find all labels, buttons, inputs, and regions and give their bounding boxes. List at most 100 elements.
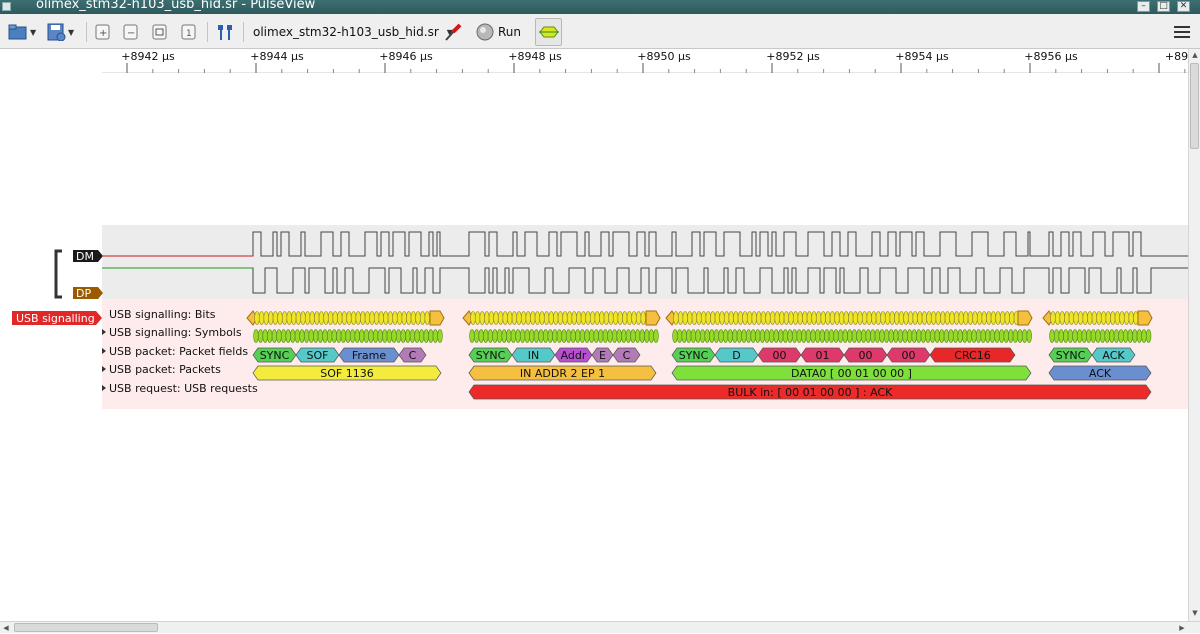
bit-mark bbox=[617, 311, 623, 325]
symbol-mark bbox=[824, 329, 830, 343]
bit-mark bbox=[958, 311, 964, 325]
save-button[interactable]: ▼ bbox=[46, 20, 74, 44]
minimize-button[interactable]: – bbox=[1137, 1, 1150, 12]
zoom-one-to-one-button[interactable]: 1 bbox=[180, 20, 198, 44]
symbol-mark bbox=[704, 329, 710, 343]
bit-mark bbox=[576, 311, 582, 325]
bit-mark bbox=[921, 311, 928, 325]
bit-mark bbox=[516, 311, 522, 325]
scroll-up-icon[interactable]: ▲ bbox=[1189, 49, 1200, 61]
bit-mark bbox=[314, 311, 320, 325]
symbol-mark bbox=[1053, 329, 1060, 343]
symbol-mark bbox=[487, 329, 494, 343]
device-probe-button[interactable] bbox=[443, 20, 463, 44]
symbol-mark bbox=[588, 329, 595, 343]
symbol-mark bbox=[1095, 329, 1101, 343]
symbol-mark bbox=[1136, 329, 1143, 343]
symbol-mark bbox=[271, 329, 278, 343]
symbol-mark bbox=[971, 329, 977, 343]
horizontal-scrollbar[interactable]: ◀ ▶ bbox=[0, 621, 1200, 633]
bit-mark bbox=[903, 311, 909, 325]
bit-mark bbox=[369, 311, 375, 325]
bit-mark bbox=[930, 311, 937, 325]
bit-mark bbox=[589, 311, 596, 325]
vertical-scrollbar[interactable]: ▲ ▼ bbox=[1188, 49, 1200, 621]
bit-mark bbox=[705, 311, 711, 325]
symbol-mark bbox=[368, 329, 374, 343]
scroll-down-icon[interactable]: ▼ bbox=[1189, 607, 1200, 619]
bit-mark bbox=[894, 311, 900, 325]
run-button[interactable]: Run bbox=[475, 20, 521, 44]
symbol-mark bbox=[897, 329, 904, 343]
symbol-mark bbox=[676, 329, 683, 343]
scroll-left-icon[interactable]: ◀ bbox=[0, 622, 12, 634]
bit-mark bbox=[502, 311, 508, 325]
bit-mark bbox=[415, 311, 421, 325]
maximize-button[interactable]: □ bbox=[1157, 1, 1170, 12]
bit-mark bbox=[825, 311, 831, 325]
bit-mark bbox=[898, 311, 905, 325]
symbol-mark bbox=[547, 329, 553, 343]
symbol-mark bbox=[423, 329, 429, 343]
symbol-mark bbox=[331, 329, 337, 343]
window-menu-icon[interactable] bbox=[2, 2, 11, 11]
symbol-mark bbox=[1058, 329, 1064, 343]
bit-mark bbox=[479, 311, 485, 325]
cursor-icon bbox=[218, 25, 232, 40]
bit-mark bbox=[848, 311, 854, 325]
vertical-scroll-thumb[interactable] bbox=[1190, 63, 1199, 149]
open-button[interactable]: ▼ bbox=[8, 20, 36, 44]
scroll-right-icon[interactable]: ▶ bbox=[1176, 622, 1188, 634]
device-selector[interactable]: olimex_stm32-h103_usb_hid.sr ▼ bbox=[253, 20, 453, 44]
bit-mark bbox=[875, 311, 882, 325]
close-button[interactable]: ✕ bbox=[1177, 1, 1190, 12]
signal-group-bracket[interactable] bbox=[54, 249, 62, 299]
symbol-mark bbox=[1049, 329, 1055, 343]
symbol-mark bbox=[998, 329, 1005, 343]
main-menu-button[interactable] bbox=[1172, 20, 1192, 44]
bit-mark bbox=[562, 311, 568, 325]
bit-mark bbox=[511, 311, 518, 325]
bit-mark bbox=[530, 311, 536, 325]
symbol-mark bbox=[506, 329, 512, 343]
symbol-mark bbox=[510, 329, 517, 343]
bit-mark bbox=[258, 311, 265, 325]
symbol-mark bbox=[1099, 329, 1106, 343]
symbol-mark bbox=[750, 329, 756, 343]
symbol-mark bbox=[782, 329, 789, 343]
signal-canvas[interactable]: +8942 µs +8944 µs +8946 µs +8948 µs +8950 µs… bbox=[0, 49, 1188, 621]
horizontal-scroll-thumb[interactable] bbox=[14, 623, 158, 632]
bit-mark bbox=[843, 311, 849, 325]
bit-mark bbox=[332, 311, 338, 325]
symbol-mark bbox=[745, 329, 752, 343]
symbol-mark bbox=[1072, 329, 1078, 343]
decoder-icon bbox=[538, 26, 559, 38]
device-probe-icon bbox=[445, 23, 462, 41]
open-icon bbox=[8, 24, 27, 40]
decoder-row-label: USB packet: Packets bbox=[109, 363, 221, 376]
symbol-mark bbox=[952, 329, 959, 343]
add-decoder-button[interactable] bbox=[535, 18, 562, 46]
ruler-tick-label: +8948 µs bbox=[508, 50, 562, 63]
symbol-mark bbox=[533, 329, 540, 343]
session-file-label: olimex_stm32-h103_usb_hid.sr bbox=[253, 25, 439, 39]
symbol-mark bbox=[428, 329, 434, 343]
symbol-mark bbox=[280, 329, 287, 343]
symbol-mark bbox=[727, 329, 733, 343]
symbol-mark bbox=[1017, 329, 1023, 343]
symbol-mark bbox=[565, 329, 572, 343]
bit-mark bbox=[907, 311, 914, 325]
ruler-tick-label: +8952 µs bbox=[766, 50, 820, 63]
zoom-in-button[interactable]: + bbox=[94, 20, 112, 44]
bit-mark bbox=[553, 311, 559, 325]
bit-mark bbox=[967, 311, 974, 325]
symbol-mark bbox=[925, 329, 931, 343]
trace-view[interactable]: +8942 µs +8944 µs +8946 µs +8948 µs +8950 µs… bbox=[0, 49, 1188, 621]
symbol-mark bbox=[308, 329, 314, 343]
zoom-out-button[interactable]: − bbox=[122, 20, 140, 44]
cursor-button[interactable] bbox=[215, 20, 235, 44]
bit-mark bbox=[424, 311, 430, 325]
zoom-fit-button[interactable] bbox=[151, 20, 169, 44]
symbol-mark bbox=[741, 329, 747, 343]
symbol-mark bbox=[542, 329, 549, 343]
